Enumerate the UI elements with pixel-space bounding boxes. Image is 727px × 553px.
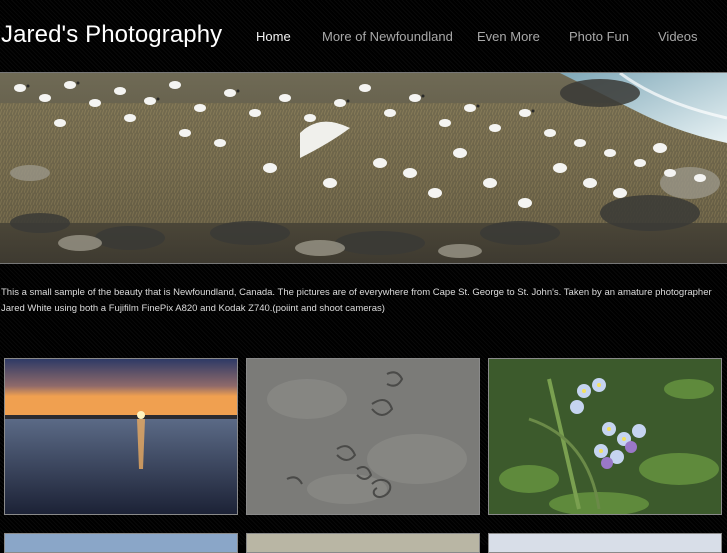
gallery-thumb-row2-3[interactable]	[488, 533, 722, 553]
gallery-thumb-row2-2[interactable]	[246, 533, 480, 553]
nav-item-even-more[interactable]: Even More	[477, 29, 540, 44]
nav-item-videos[interactable]: Videos	[658, 29, 698, 44]
site-header: Jared's Photography Home More of Newfoun…	[0, 0, 727, 72]
gallery-thumb-sunset[interactable]	[4, 358, 238, 515]
gallery-thumb-row2-1[interactable]	[4, 533, 238, 553]
nav-item-photo-fun[interactable]: Photo Fun	[569, 29, 629, 44]
gallery-thumb-fossils[interactable]	[246, 358, 480, 515]
hero-banner-image	[0, 72, 727, 264]
gallery-thumb-flowers[interactable]	[488, 358, 722, 515]
nav-item-home[interactable]: Home	[256, 29, 291, 44]
main-nav: Home More of Newfoundland Even More Phot…	[0, 29, 727, 49]
intro-text: This a small sample of the beauty that i…	[1, 287, 712, 314]
nav-item-more-of-newfoundland[interactable]: More of Newfoundland	[322, 29, 453, 44]
